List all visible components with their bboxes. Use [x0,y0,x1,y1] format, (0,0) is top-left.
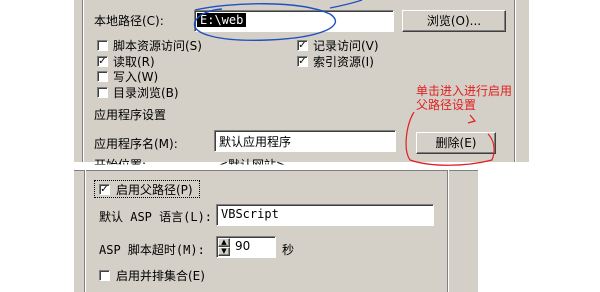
spinner-down-button[interactable]: ▼ [218,247,230,256]
spinner-up-button[interactable]: ▲ [218,238,230,247]
checkbox-enable-side-by-side[interactable] [99,270,110,281]
default-asp-language-input[interactable]: VBScript [216,204,434,226]
checkbox-enable-parent-paths-label: 启用父路径(P) [116,183,193,197]
bottom-left-frame-light [85,170,86,292]
asp-timeout-unit: 秒 [282,243,295,257]
blue-stroke-top [329,0,363,9]
checkbox-enable-side-by-side-label: 启用并排集合(E) [116,269,205,283]
bottom-frame-top [74,170,478,171]
checkbox-enable-parent-paths[interactable]: ✓ [99,184,110,195]
highlight-circle [193,3,337,42]
red-arrow [467,114,477,124]
asp-timeout-label: ASP 脚本超时(M): [99,243,205,257]
asp-timeout-value: 90 [235,239,251,253]
bottom-right-frame-light [448,170,449,292]
timeout-spinner[interactable]: ▲ ▼ [218,238,230,256]
red-bracket [405,111,495,166]
default-asp-language-label: 默认 ASP 语言(L): [99,210,213,224]
